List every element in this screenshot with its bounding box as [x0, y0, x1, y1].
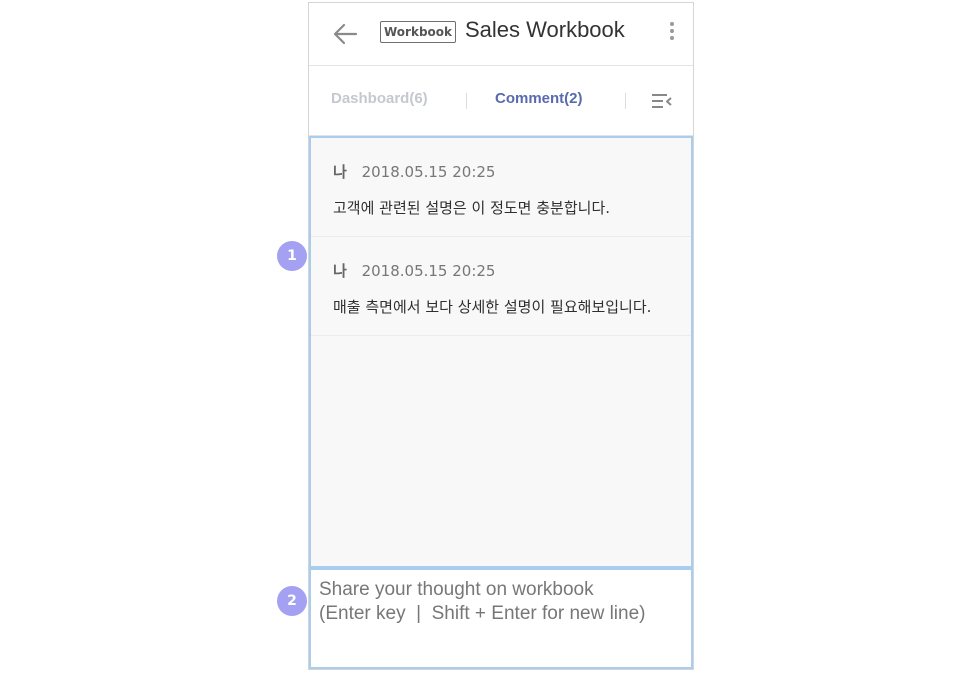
- comment-item: 나 2018.05.15 20:25 매출 측면에서 보다 상세한 설명이 필요…: [311, 237, 691, 336]
- tab-comment[interactable]: Comment(2): [495, 89, 583, 109]
- tab-bar: Dashboard(6) Comment(2): [309, 65, 693, 136]
- comment-input-area: [309, 568, 693, 669]
- tab-divider: [625, 93, 626, 109]
- comment-timestamp: 2018.05.15 20:25: [361, 262, 496, 280]
- workbook-badge: Workbook: [380, 21, 457, 43]
- callout-badge-1: 1: [277, 241, 307, 271]
- list-collapse-icon: [652, 94, 672, 108]
- comment-panel: Workbook Sales Workbook Dashboard(6) Com…: [308, 2, 694, 670]
- comment-list: 나 2018.05.15 20:25 고객에 관련된 설명은 이 정도면 충분합…: [309, 136, 693, 568]
- comment-author: 나: [333, 163, 347, 181]
- comment-meta: 나 2018.05.15 20:25: [333, 261, 669, 281]
- collapse-list-button[interactable]: [650, 91, 674, 111]
- tab-dashboard[interactable]: Dashboard(6): [331, 89, 428, 109]
- arrow-left-icon: [333, 23, 358, 45]
- tab-divider: [466, 93, 467, 109]
- back-button[interactable]: [331, 19, 361, 49]
- comment-item: 나 2018.05.15 20:25 고객에 관련된 설명은 이 정도면 충분합…: [311, 138, 691, 237]
- panel-header: Workbook Sales Workbook: [309, 3, 693, 66]
- more-options-button[interactable]: [665, 19, 679, 47]
- comment-meta: 나 2018.05.15 20:25: [333, 162, 669, 182]
- comment-input[interactable]: [319, 578, 679, 658]
- comment-timestamp: 2018.05.15 20:25: [361, 163, 496, 181]
- comment-text: 고객에 관련된 설명은 이 정도면 충분합니다.: [333, 199, 611, 217]
- more-vertical-icon: [665, 22, 679, 40]
- comment-text: 매출 측면에서 보다 상세한 설명이 필요해보입니다.: [333, 298, 652, 316]
- callout-badge-2: 2: [277, 586, 307, 616]
- comment-author: 나: [333, 262, 347, 280]
- page-title: Sales Workbook: [465, 17, 625, 42]
